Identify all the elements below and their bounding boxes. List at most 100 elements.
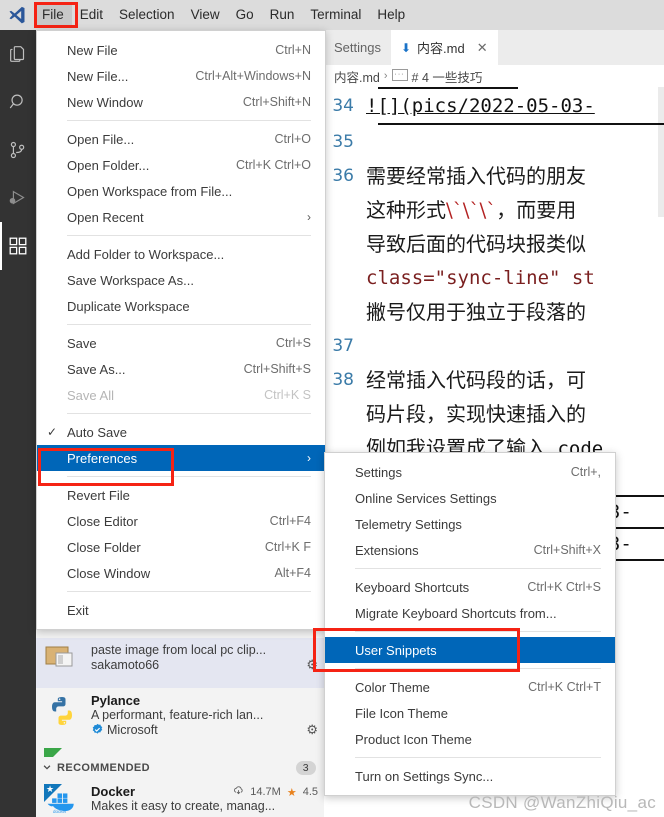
python-icon (44, 748, 84, 757)
menu-item-revert-file[interactable]: Revert File (37, 482, 325, 508)
python-icon (44, 693, 84, 733)
extension-description: A performant, feature-rich lan... (91, 708, 264, 722)
code-line: 这种形式\`\`\`，而要用 (324, 193, 664, 227)
menu-item-extensions[interactable]: Extensions Ctrl+Shift+X (325, 537, 615, 563)
tab-settings[interactable]: Settings (324, 30, 391, 65)
menu-item-online-services-settings[interactable]: Online Services Settings (325, 485, 615, 511)
menu-item-turn-on-settings-sync[interactable]: Turn on Settings Sync... (325, 763, 615, 789)
preferences-submenu: Settings Ctrl+, Online Services Settings … (324, 452, 616, 796)
menu-separator (67, 591, 311, 592)
csdn-watermark: CSDN @WanZhiQiu_ac (468, 793, 656, 812)
menu-item-product-icon-theme[interactable]: Product Icon Theme (325, 726, 615, 752)
menu-item-telemetry-settings[interactable]: Telemetry Settings (325, 511, 615, 537)
extension-list-item[interactable]: paste image from local pc clip... sakamo… (36, 638, 324, 688)
activity-item-run-debug[interactable] (0, 174, 36, 222)
extension-description: Makes it easy to create, manag... (91, 799, 276, 813)
menu-item-preferences[interactable]: Preferences › (37, 445, 325, 471)
extension-list-item[interactable]: ★ docker Docker 14.7M ★ 4.5 Makes it eas… (36, 779, 324, 817)
menubar-item-terminal[interactable]: Terminal (302, 3, 369, 27)
gear-icon[interactable]: ⚙ (306, 657, 318, 673)
svg-text:docker: docker (53, 809, 67, 814)
menu-item-settings[interactable]: Settings Ctrl+, (325, 459, 615, 485)
line-text: class="sync-line" st (366, 267, 595, 289)
tab-label: 内容.md (417, 41, 465, 56)
source-control-icon (7, 139, 29, 161)
unsaved-marker-icon: ⬇ (400, 40, 412, 55)
menu-separator (67, 235, 311, 236)
star-icon: ★ (46, 784, 55, 794)
menu-item-new-window[interactable]: New Window Ctrl+Shift+N (37, 89, 325, 115)
section-header-label: RECOMMENDED (57, 762, 151, 774)
menu-separator (355, 631, 601, 632)
menu-item-open-recent[interactable]: Open Recent › (37, 204, 325, 230)
menubar-item-run[interactable]: Run (262, 3, 303, 27)
close-icon[interactable]: ✕ (477, 40, 488, 56)
run-and-debug-icon (7, 187, 29, 209)
menu-item-save-as[interactable]: Save As... Ctrl+Shift+S (37, 356, 325, 382)
menubar-item-help[interactable]: Help (369, 3, 413, 27)
code-line: class="sync-line" st (324, 261, 664, 295)
menu-item-save-workspace-as[interactable]: Save Workspace As... (37, 267, 325, 293)
menu-item-close-editor[interactable]: Close Editor Ctrl+F4 (37, 508, 325, 534)
extension-info: Pylance A performant, feature-rich lan..… (91, 693, 318, 738)
menu-item-migrate-keyboard-shortcuts[interactable]: Migrate Keyboard Shortcuts from... (325, 600, 615, 626)
menu-item-auto-save[interactable]: ✓ Auto Save (37, 419, 325, 445)
menu-item-save[interactable]: Save Ctrl+S (37, 330, 325, 356)
breadcrumb-file[interactable]: 内容.md (334, 67, 380, 86)
extension-title-line: Pylance (91, 693, 318, 708)
menu-separator (355, 757, 601, 758)
menu-separator (67, 120, 311, 121)
menu-item-close-window[interactable]: Close Window Alt+F4 (37, 560, 325, 586)
menu-item-duplicate-workspace[interactable]: Duplicate Workspace (37, 293, 325, 319)
menu-item-open-workspace-from-file[interactable]: Open Workspace from File... (37, 178, 325, 204)
extension-name: Docker (91, 784, 136, 799)
breadcrumb: 内容.md › ··· # 4 一些技巧 (324, 65, 664, 87)
menu-item-exit[interactable]: Exit (37, 597, 325, 623)
code-line: 34 ![](pics/2022-05-03- (324, 89, 664, 123)
gear-icon[interactable]: ⚙ (306, 722, 318, 738)
menu-item-file-icon-theme[interactable]: File Icon Theme (325, 700, 615, 726)
menubar-item-file[interactable]: File (34, 3, 72, 27)
menu-item-add-folder-to-workspace[interactable]: Add Folder to Workspace... (37, 241, 325, 267)
menu-item-color-theme[interactable]: Color Theme Ctrl+K Ctrl+T (325, 674, 615, 700)
activity-item-source-control[interactable] (0, 126, 36, 174)
markdown-symbol-icon: ··· (391, 69, 408, 81)
cloud-download-icon (233, 785, 244, 799)
vscode-logo-icon (0, 0, 34, 30)
extension-description: paste image from local pc clip... (91, 643, 267, 657)
checkmark-icon: ✓ (46, 425, 58, 439)
activity-item-search[interactable] (0, 78, 36, 126)
vscode-window: paste image from local pc clip... sakamo… (0, 0, 664, 817)
code-editor[interactable]: 34 ![](pics/2022-05-03- 35 36 需要经常插入代码的朋… (324, 87, 664, 561)
code-line: 码片段，实现快速插入的 (324, 397, 664, 431)
menu-item-new-file[interactable]: New File Ctrl+N (37, 37, 325, 63)
extension-name: Pylance (91, 693, 141, 708)
line-text: 导致后面的代码块报类似 (366, 232, 586, 256)
extension-publisher-name: Microsoft (107, 723, 158, 737)
extension-list-item[interactable]: Pylance A performant, feature-rich lan..… (36, 688, 324, 743)
menu-item-user-snippets[interactable]: User Snippets (325, 637, 615, 663)
activity-item-explorer[interactable] (0, 30, 36, 78)
menu-item-new-file-dialog[interactable]: New File... Ctrl+Alt+Windows+N (37, 63, 325, 89)
line-text: 需要经常插入代码的朋友 (366, 164, 586, 188)
menu-item-open-file[interactable]: Open File... Ctrl+O (37, 126, 325, 152)
code-line: 38 经常插入代码段的话，可 (324, 363, 664, 397)
line-number: 37 (332, 336, 354, 356)
section-header-recommended[interactable]: RECOMMENDED 3 (36, 757, 324, 779)
tab-neirong-md[interactable]: ⬇ 内容.md ✕ (390, 30, 498, 65)
menu-item-open-folder[interactable]: Open Folder... Ctrl+K Ctrl+O (37, 152, 325, 178)
menubar-item-go[interactable]: Go (228, 3, 262, 27)
menubar-item-view[interactable]: View (183, 3, 228, 27)
menu-item-close-folder[interactable]: Close Folder Ctrl+K F (37, 534, 325, 560)
breadcrumb-symbol[interactable]: # 4 一些技巧 (412, 67, 483, 86)
extension-footer: sakamoto66 ⚙ (91, 657, 318, 673)
code-line: 撇号仅用于独立于段落的 (324, 295, 664, 329)
menu-item-keyboard-shortcuts[interactable]: Keyboard Shortcuts Ctrl+K Ctrl+S (325, 574, 615, 600)
extension-list-item-partial[interactable] (36, 743, 324, 757)
editor-scrollbar[interactable] (658, 87, 664, 217)
line-text: 撇号仅用于独立于段落的 (366, 300, 586, 324)
menubar-item-edit[interactable]: Edit (72, 3, 111, 27)
menubar-item-selection[interactable]: Selection (111, 3, 183, 27)
activity-item-extensions[interactable] (0, 222, 36, 270)
tab-label: Settings (334, 40, 381, 55)
